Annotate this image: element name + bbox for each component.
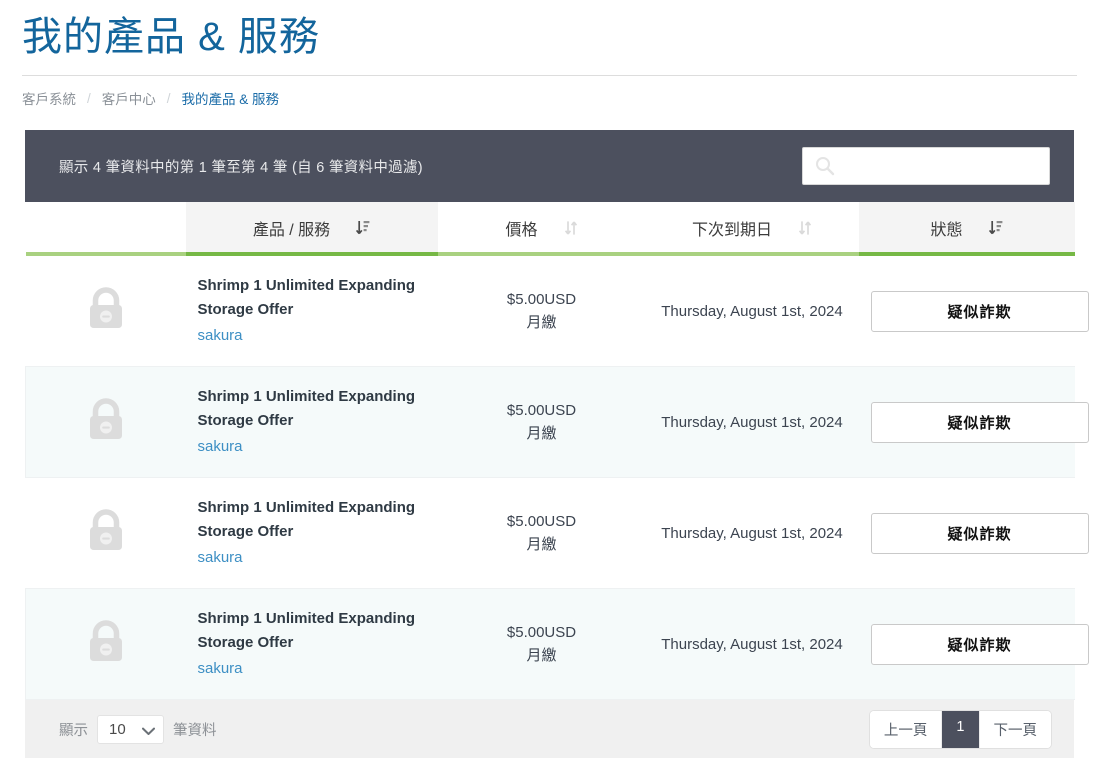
table-row: Shrimp 1 Unlimited Expanding Storage Off… — [25, 366, 1089, 478]
product-name-text: Shrimp 1 Unlimited Expanding Storage Off… — [197, 388, 416, 429]
sort-amount-desc-icon — [356, 220, 370, 236]
cell-status: 疑似詐欺 — [858, 588, 1089, 700]
product-domain-link[interactable]: sakura — [198, 546, 426, 570]
table-row: Shrimp 1 Unlimited Expanding Storage Off… — [25, 477, 1089, 589]
column-header-name-label: 產品 / 服務 — [252, 222, 331, 239]
cell-price: $5.00USD 月繳 — [437, 254, 646, 367]
column-header-status[interactable]: 狀態 — [858, 202, 1075, 256]
status-badge[interactable]: 疑似詐欺 — [870, 290, 1089, 332]
product-name-text: Shrimp 1 Unlimited Expanding Storage Off… — [197, 277, 416, 318]
status-badge[interactable]: 疑似詐欺 — [870, 623, 1089, 665]
price-amount: $5.00USD — [506, 624, 577, 641]
product-name-text: Shrimp 1 Unlimited Expanding Storage Off… — [197, 499, 416, 540]
cell-product-name: Shrimp 1 Unlimited Expanding Storage Off… — [185, 366, 438, 478]
cell-product-icon — [25, 254, 186, 367]
search-input[interactable] — [802, 147, 1050, 185]
cell-price: $5.00USD 月繳 — [437, 366, 646, 478]
cell-price: $5.00USD 月繳 — [437, 588, 646, 700]
product-domain-link[interactable]: sakura — [198, 657, 426, 681]
products-table: 產品 / 服務 價格 下次到期日 狀態 Shrimp 1 Unlimited E… — [25, 202, 1089, 700]
cell-next-due-date: Thursday, August 1st, 2024 — [645, 588, 859, 700]
cell-next-due-date: Thursday, August 1st, 2024 — [645, 477, 859, 589]
cell-product-name: Shrimp 1 Unlimited Expanding Storage Off… — [185, 477, 438, 589]
lock-icon — [84, 286, 128, 332]
sort-none-icon — [798, 220, 812, 236]
breadcrumb-separator: / — [166, 90, 171, 106]
table-body: Shrimp 1 Unlimited Expanding Storage Off… — [25, 254, 1089, 700]
table-footer: 顯示 102550100 筆資料 上一頁1下一頁 — [25, 700, 1074, 758]
column-header-date-label: 下次到期日 — [691, 222, 772, 239]
page-length-select-wrap: 102550100 — [97, 714, 164, 744]
price-amount: $5.00USD — [506, 402, 577, 419]
page-root: 我的產品 & 服務 客戶系統 / 客戶中心 / 我的產品 & 服務 顯示 4 筆… — [0, 0, 1099, 758]
cell-product-icon — [25, 366, 186, 478]
breadcrumb-item-0[interactable]: 客戶系統 — [22, 88, 76, 108]
page-length-control: 顯示 102550100 筆資料 — [59, 714, 217, 744]
cell-status: 疑似詐欺 — [858, 254, 1089, 367]
column-header-status-label: 狀態 — [930, 222, 963, 239]
cell-next-due-date: Thursday, August 1st, 2024 — [645, 366, 859, 478]
table-row: Shrimp 1 Unlimited Expanding Storage Off… — [25, 588, 1089, 700]
price-amount: $5.00USD — [506, 513, 577, 530]
cell-next-due-date: Thursday, August 1st, 2024 — [645, 254, 859, 367]
breadcrumb-separator: / — [87, 90, 91, 106]
table-toolbar: 顯示 4 筆資料中的第 1 筆至第 4 筆 (自 6 筆資料中過濾) — [25, 130, 1074, 202]
pagination-next-button[interactable]: 下一頁 — [979, 710, 1051, 748]
page-length-select[interactable]: 102550100 — [97, 714, 164, 744]
page-header: 我的產品 & 服務 — [0, 0, 1099, 64]
breadcrumb-item-2: 我的產品 & 服務 — [181, 92, 280, 107]
products-panel: 顯示 4 筆資料中的第 1 筆至第 4 筆 (自 6 筆資料中過濾) 產品 / … — [25, 130, 1089, 758]
cell-product-icon — [25, 477, 186, 589]
lock-icon — [84, 397, 128, 443]
price-billing-cycle: 月繳 — [526, 314, 557, 331]
pagination-previous-button[interactable]: 上一頁 — [869, 710, 943, 748]
product-name-text: Shrimp 1 Unlimited Expanding Storage Off… — [197, 610, 416, 651]
table-head: 產品 / 服務 價格 下次到期日 狀態 — [25, 202, 1075, 256]
column-header-icon — [25, 202, 186, 256]
cell-status: 疑似詐欺 — [858, 477, 1089, 589]
pagination-page-button[interactable]: 1 — [942, 710, 980, 748]
sort-amount-desc-icon — [988, 220, 1003, 236]
table-row: Shrimp 1 Unlimited Expanding Storage Off… — [25, 254, 1089, 367]
status-badge[interactable]: 疑似詐欺 — [870, 512, 1089, 554]
product-domain-link[interactable]: sakura — [198, 435, 426, 459]
cell-product-name: Shrimp 1 Unlimited Expanding Storage Off… — [185, 588, 438, 700]
cell-price: $5.00USD 月繳 — [437, 477, 646, 589]
table-info-text: 顯示 4 筆資料中的第 1 筆至第 4 筆 (自 6 筆資料中過濾) — [59, 159, 423, 176]
price-billing-cycle: 月繳 — [526, 536, 557, 553]
page-length-prefix: 顯示 — [59, 722, 88, 739]
pagination: 上一頁 1 下一頁 — [868, 709, 1052, 749]
price-billing-cycle: 月繳 — [526, 425, 557, 442]
table-header-row: 產品 / 服務 價格 下次到期日 狀態 — [25, 202, 1075, 256]
price-billing-cycle: 月繳 — [526, 647, 557, 664]
cell-product-icon — [25, 588, 186, 700]
column-header-price-label: 價格 — [505, 222, 538, 239]
page-title: 我的產品 & 服務 — [22, 15, 320, 59]
lock-icon — [84, 508, 128, 554]
sort-none-icon — [564, 220, 578, 236]
column-header-name[interactable]: 產品 / 服務 — [185, 202, 438, 256]
lock-icon — [84, 619, 128, 665]
cell-product-name: Shrimp 1 Unlimited Expanding Storage Off… — [185, 254, 438, 367]
breadcrumb: 客戶系統 / 客戶中心 / 我的產品 & 服務 — [0, 76, 1099, 108]
page-length-suffix: 筆資料 — [173, 722, 217, 739]
status-badge[interactable]: 疑似詐欺 — [870, 401, 1089, 443]
column-header-date[interactable]: 下次到期日 — [645, 202, 859, 256]
price-amount: $5.00USD — [506, 291, 577, 308]
search-box — [802, 147, 1050, 185]
product-domain-link[interactable]: sakura — [198, 324, 426, 348]
breadcrumb-item-1[interactable]: 客戶中心 — [102, 88, 156, 108]
cell-status: 疑似詐欺 — [858, 366, 1089, 478]
column-header-price[interactable]: 價格 — [437, 202, 646, 256]
